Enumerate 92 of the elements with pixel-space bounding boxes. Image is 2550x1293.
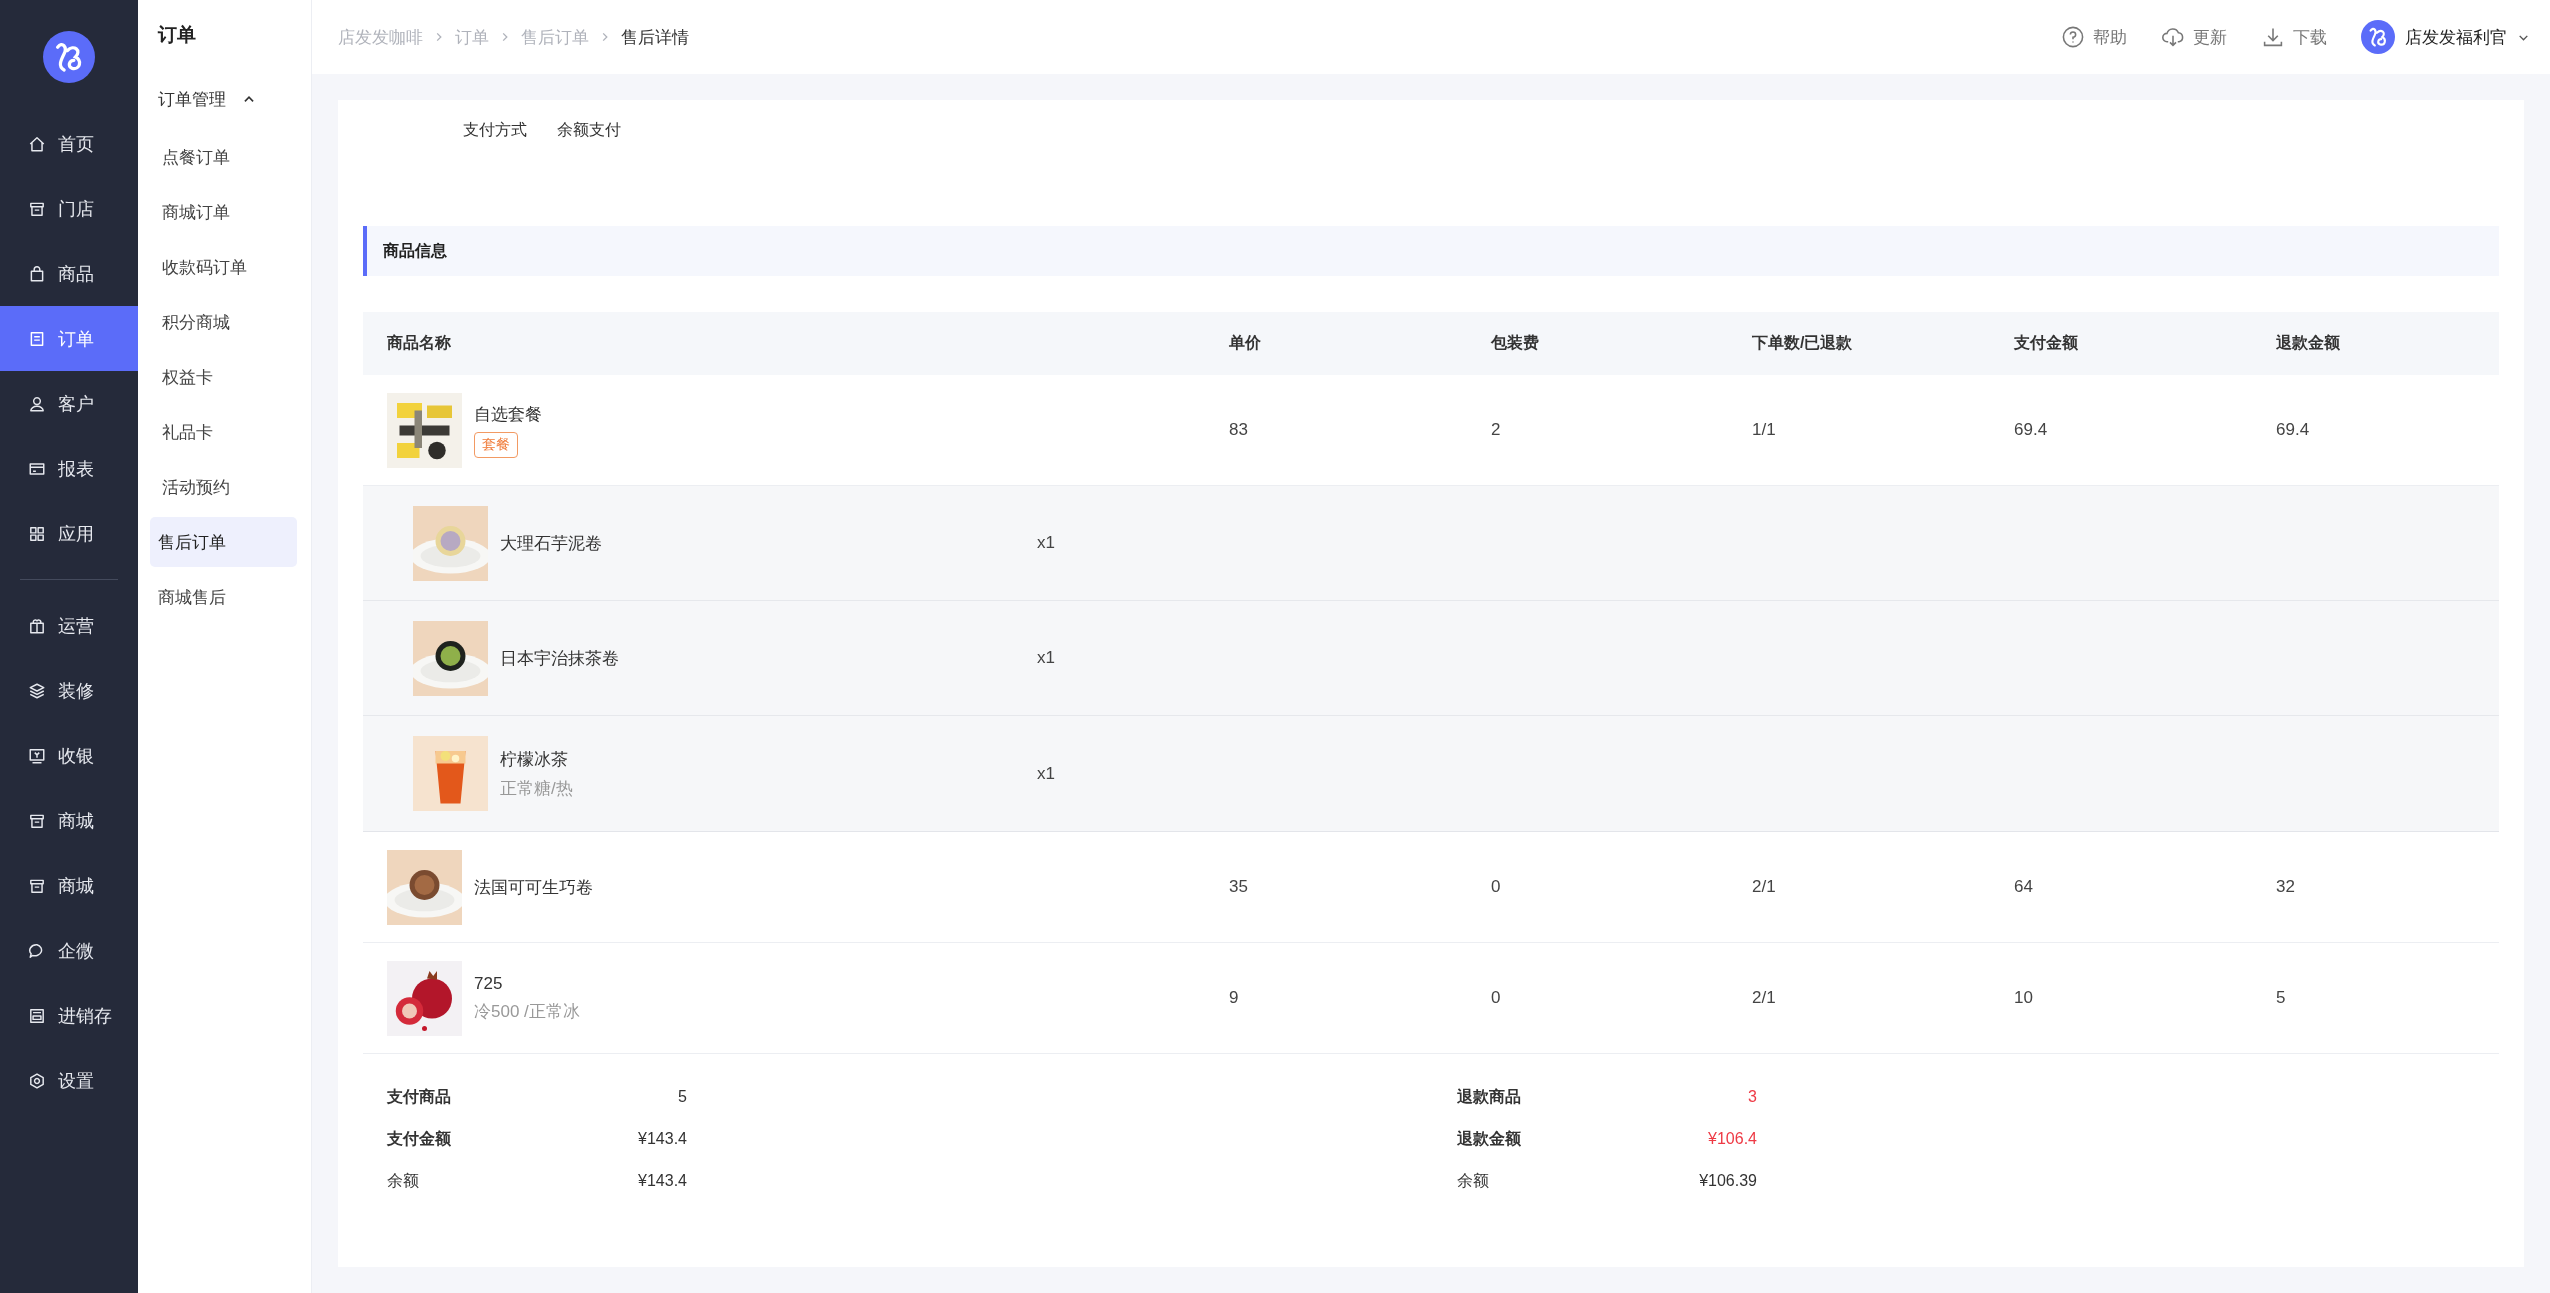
table-cell-text: 10 <box>2013 988 2034 1008</box>
table-cell-text: 2/1 <box>1751 988 1777 1008</box>
nav-icon <box>28 1006 46 1025</box>
section-title: 商品信息 <box>383 240 447 261</box>
nav-icon <box>28 329 46 348</box>
column-header: 下单数/已退款 <box>1751 333 1854 353</box>
table-cell-text: 0 <box>1490 988 1502 1008</box>
header-action[interactable]: 帮助 <box>2061 25 2127 49</box>
summary-value: ¥106.39 <box>1699 1172 1757 1190</box>
submenu-item[interactable]: 点餐订单 <box>150 132 297 182</box>
submenu-item[interactable]: 积分商城 <box>150 297 297 347</box>
sidebar-item[interactable]: 应用 <box>0 501 138 566</box>
sidebar-item[interactable]: 报表 <box>0 436 138 501</box>
table-cell-text: 35 <box>1228 877 1249 897</box>
table-cell-text: 64 <box>2013 877 2034 897</box>
field-label: 支付方式 <box>463 120 527 140</box>
summary-label: 余额 <box>1457 1170 1489 1191</box>
header-action[interactable]: 更新 <box>2161 25 2227 49</box>
table-cell-text: 2/1 <box>1751 877 1777 897</box>
sidebar-item[interactable]: 企微 <box>0 918 138 983</box>
summary-label: 退款金额 <box>1457 1128 1521 1149</box>
submenu-item[interactable]: 售后订单 <box>150 517 297 567</box>
product-name: 柠檬冰茶 <box>500 748 568 771</box>
sidebar-item[interactable]: 收银 <box>0 723 138 788</box>
table-cell-text: 5 <box>2275 988 2287 1008</box>
table-cell-text: 0 <box>1490 877 1502 897</box>
table-cell-text: 9 <box>1228 988 1240 1008</box>
product-spec: 正常糖/热 <box>500 777 573 800</box>
sidebar-item[interactable]: 装修 <box>0 658 138 723</box>
submenu-item[interactable]: 商城售后 <box>150 572 297 622</box>
header-action[interactable]: 下载 <box>2261 25 2327 49</box>
logo-icon <box>43 31 95 83</box>
item-quantity: x1 <box>1037 533 1056 553</box>
summary-value: 5 <box>678 1088 687 1106</box>
table-cell-text: 83 <box>1228 420 1249 440</box>
summary-value: ¥143.4 <box>638 1172 687 1190</box>
table-cell-text: 69.4 <box>2013 420 2049 440</box>
summary-value: ¥143.4 <box>638 1130 687 1148</box>
item-quantity: x1 <box>1037 648 1056 668</box>
submenu-item[interactable]: 收款码订单 <box>150 242 297 292</box>
sidebar-item[interactable]: 运营 <box>0 593 138 658</box>
nav-icon <box>28 394 46 413</box>
submenu-item[interactable]: 权益卡 <box>150 352 297 402</box>
column-header: 商品名称 <box>386 333 452 353</box>
summary-label: 退款商品 <box>1457 1086 1521 1107</box>
sidebar-item[interactable]: 订单 <box>0 306 138 371</box>
product-name: 日本宇治抹茶卷 <box>500 647 619 670</box>
product-name: 大理石芋泥卷 <box>500 532 602 555</box>
submenu-group[interactable]: 订单管理 <box>150 76 297 122</box>
sidebar-item[interactable]: 门店 <box>0 176 138 241</box>
help-icon <box>2061 25 2085 49</box>
summary-value: 3 <box>1748 1088 1757 1106</box>
nav-icon <box>28 746 46 765</box>
sidebar-item[interactable]: 商城 <box>0 788 138 853</box>
column-header: 支付金额 <box>2013 333 2079 353</box>
nav-icon <box>28 1071 46 1090</box>
product-name: 自选套餐 <box>474 403 542 426</box>
combo-tag: 套餐 <box>474 431 518 458</box>
nav-icon <box>28 524 46 543</box>
submenu-title: 订单 <box>156 23 197 47</box>
item-quantity: x1 <box>1037 763 1056 784</box>
table-cell-text: 69.4 <box>2275 420 2311 440</box>
column-header: 包装费 <box>1490 333 1540 353</box>
column-header: 单价 <box>1228 333 1262 353</box>
product-name: 725 <box>474 973 503 994</box>
sidebar-item[interactable]: 首页 <box>0 111 138 176</box>
summary-value: ¥106.4 <box>1708 1130 1757 1148</box>
sidebar-item[interactable]: 进销存 <box>0 983 138 1048</box>
cloud-download-icon <box>2161 25 2185 49</box>
nav-icon <box>28 681 46 700</box>
product-spec: 冷500 /正常冰 <box>474 1000 580 1023</box>
table-cell-text: 2 <box>1490 420 1502 440</box>
sidebar-item[interactable]: 设置 <box>0 1048 138 1113</box>
submenu-item[interactable]: 商城订单 <box>150 187 297 237</box>
table-cell-text: 32 <box>2275 877 2296 897</box>
submenu-item[interactable]: 礼品卡 <box>150 407 297 457</box>
nav-icon <box>28 616 46 635</box>
sidebar-item[interactable]: 商品 <box>0 241 138 306</box>
sidebar-item[interactable]: 客户 <box>0 371 138 436</box>
nav-icon <box>28 264 46 283</box>
field-value: 余额支付 <box>557 120 621 140</box>
user-menu[interactable]: 店发发福利官 <box>2361 20 2530 54</box>
nav-icon <box>28 134 46 153</box>
table-cell-text: 1/1 <box>1751 420 1777 440</box>
logo-icon <box>2361 20 2395 54</box>
column-header: 退款金额 <box>2275 333 2341 353</box>
sidebar-item[interactable]: 商城 <box>0 853 138 918</box>
summary-label: 支付商品 <box>387 1086 451 1107</box>
product-name: 法国可可生巧卷 <box>474 876 593 899</box>
summary-label: 支付金额 <box>387 1128 451 1149</box>
submenu-item[interactable]: 活动预约 <box>150 462 297 512</box>
summary-label: 余额 <box>387 1170 419 1191</box>
